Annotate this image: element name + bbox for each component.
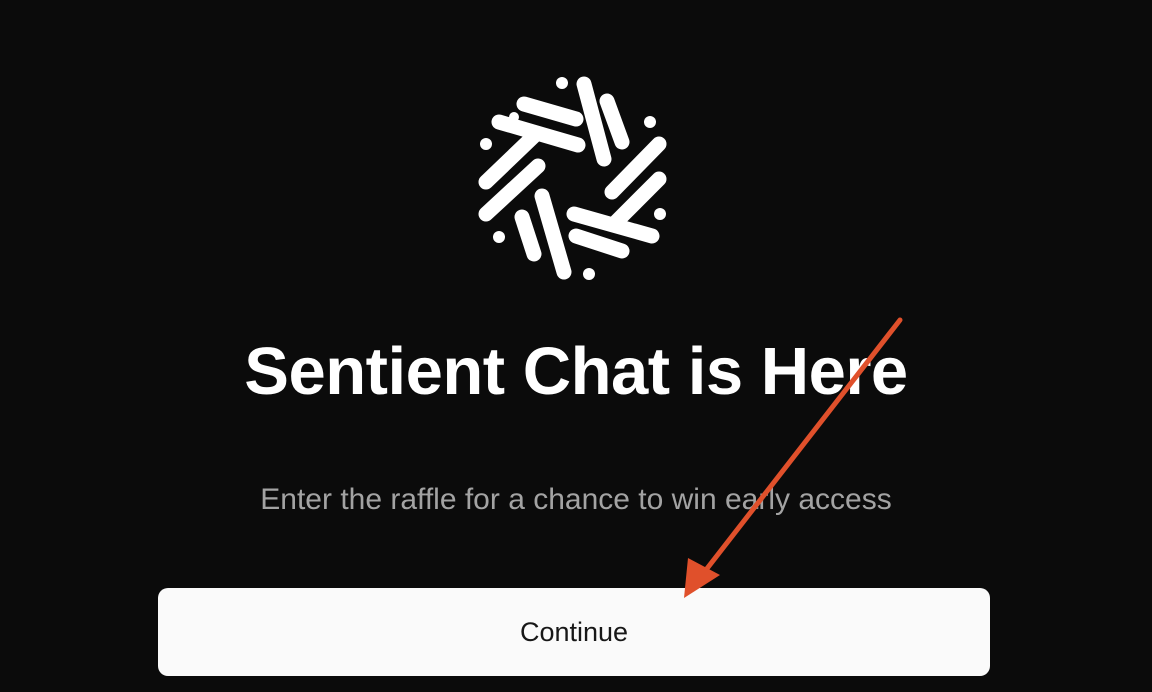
sentient-logo-icon (478, 76, 667, 280)
page-title: Sentient Chat is Here (244, 334, 908, 409)
page-subtitle: Enter the raffle for a chance to win ear… (260, 483, 892, 516)
splash-screen: Sentient Chat is Here Enter the raffle f… (0, 0, 1152, 692)
continue-button[interactable]: Continue (158, 588, 990, 676)
